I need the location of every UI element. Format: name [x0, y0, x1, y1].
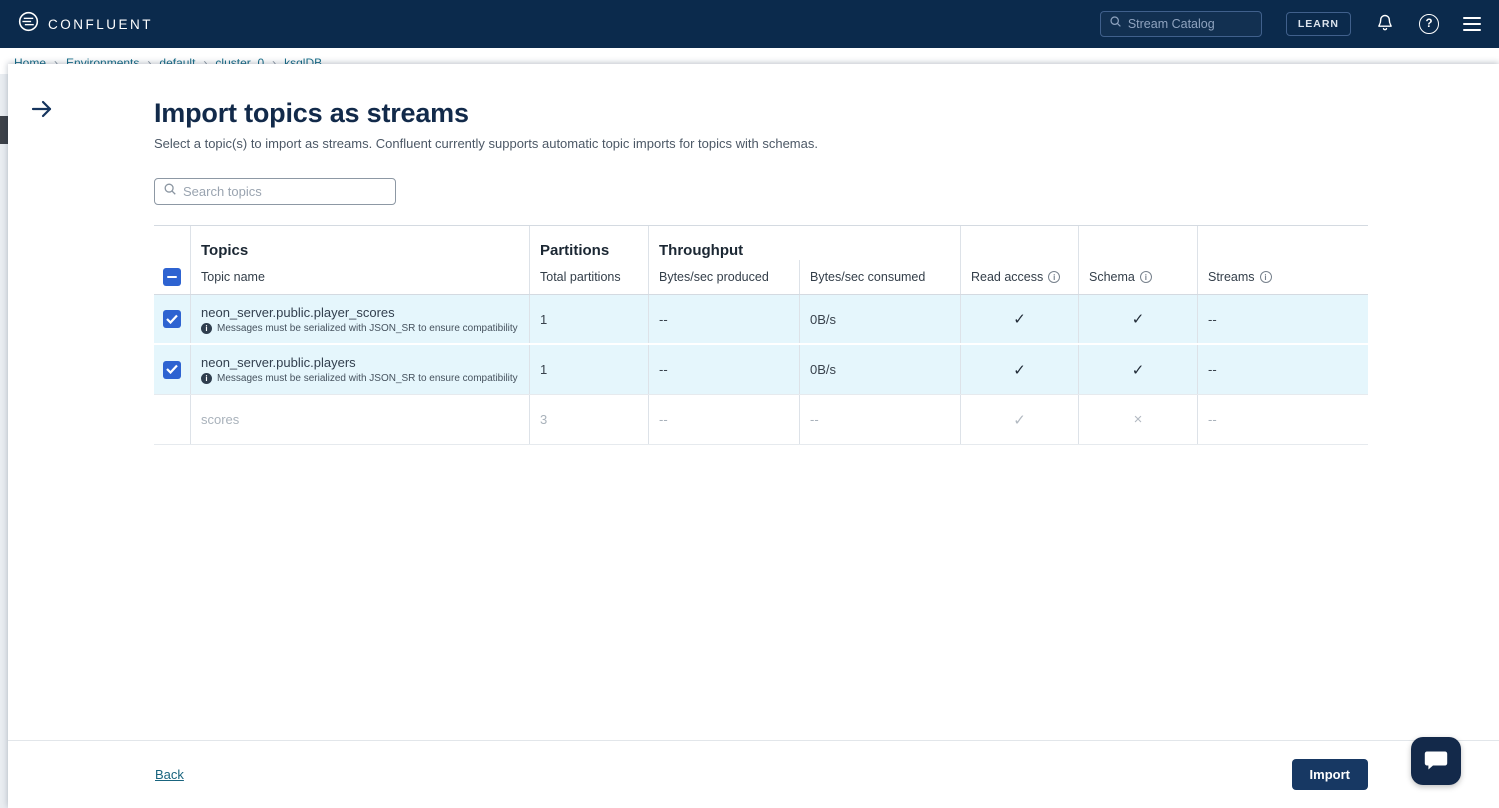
topics-table: Topics Partitions Throughput Topic name …: [154, 225, 1368, 445]
read-access-check: ✓: [960, 395, 1078, 444]
streams-value: --: [1197, 295, 1368, 343]
table-row: neon_server.public.player_scores i Messa…: [154, 295, 1368, 345]
confluent-logo[interactable]: CONFLUENT: [18, 11, 153, 37]
collapse-panel-button[interactable]: [30, 98, 54, 123]
info-filled-icon: i: [201, 373, 212, 384]
topic-name: neon_server.public.player_scores: [201, 305, 395, 320]
page-title: Import topics as streams: [154, 98, 1368, 129]
schema-check: ✓: [1078, 295, 1197, 343]
schema-cross: ×: [1078, 395, 1197, 444]
topic-note: i Messages must be serialized with JSON_…: [201, 373, 518, 384]
top-nav: CONFLUENT LEARN ?: [0, 0, 1499, 48]
bytes-consumed-value: --: [799, 395, 960, 444]
bytes-consumed-value: 0B/s: [799, 345, 960, 394]
info-icon[interactable]: i: [1048, 271, 1060, 283]
learn-button[interactable]: LEARN: [1286, 12, 1351, 36]
table-row: scores 3 -- -- ✓ × --: [154, 395, 1368, 445]
col-bytes-consumed: Bytes/sec consumed: [799, 260, 960, 294]
col-group-partitions: Partitions: [529, 226, 648, 260]
bytes-produced-value: --: [648, 345, 799, 394]
col-group-spacer: [1197, 226, 1368, 260]
table-row: neon_server.public.players i Messages mu…: [154, 345, 1368, 395]
col-group-throughput: Throughput: [648, 226, 960, 260]
hamburger-icon: [1463, 17, 1481, 31]
search-icon: [1109, 15, 1122, 33]
check-icon: [166, 362, 178, 377]
col-bytes-produced: Bytes/sec produced: [648, 260, 799, 294]
col-schema: Schema i: [1078, 260, 1197, 294]
row-checkbox[interactable]: [163, 361, 181, 379]
notifications-button[interactable]: [1375, 13, 1395, 36]
stream-catalog-search[interactable]: [1100, 11, 1262, 37]
select-all-checkbox[interactable]: [163, 268, 181, 286]
help-button[interactable]: ?: [1419, 14, 1439, 34]
partitions-value: 1: [529, 345, 648, 394]
arrow-right-icon: [30, 108, 54, 123]
topic-note: i Messages must be serialized with JSON_…: [201, 323, 518, 334]
info-filled-icon: i: [201, 323, 212, 334]
col-read-access: Read access i: [960, 260, 1078, 294]
brand-name: CONFLUENT: [48, 17, 153, 32]
bell-icon: [1375, 13, 1395, 36]
table-header: Topics Partitions Throughput Topic name …: [154, 225, 1368, 295]
confluent-logo-icon: [18, 11, 39, 37]
help-icon: ?: [1419, 14, 1439, 34]
partitions-value: 1: [529, 295, 648, 343]
info-icon[interactable]: i: [1260, 271, 1272, 283]
streams-value: --: [1197, 345, 1368, 394]
check-icon: [166, 312, 178, 327]
topic-name: scores: [201, 412, 239, 427]
topic-search-input[interactable]: [183, 184, 383, 199]
stream-catalog-input[interactable]: [1128, 17, 1248, 31]
panel-footer: Back Import: [8, 740, 1499, 808]
chat-bubble-icon: [1423, 748, 1449, 775]
bytes-produced-value: --: [648, 295, 799, 343]
import-topics-panel: Import topics as streams Select a topic(…: [8, 64, 1499, 808]
partitions-value: 3: [529, 395, 648, 444]
header-checkbox-spacer: [154, 226, 190, 260]
search-icon: [163, 182, 177, 201]
read-access-check: ✓: [960, 345, 1078, 394]
bytes-consumed-value: 0B/s: [799, 295, 960, 343]
topic-search-box[interactable]: [154, 178, 396, 205]
col-total-partitions: Total partitions: [529, 260, 648, 294]
indeterminate-icon: [167, 276, 177, 278]
col-streams: Streams i: [1197, 260, 1368, 294]
import-button[interactable]: Import: [1292, 759, 1368, 790]
page-subtitle: Select a topic(s) to import as streams. …: [154, 136, 1368, 151]
read-access-check: ✓: [960, 295, 1078, 343]
topic-name: neon_server.public.players: [201, 355, 356, 370]
col-group-topics: Topics: [190, 226, 529, 260]
col-group-spacer: [1078, 226, 1197, 260]
bytes-produced-value: --: [648, 395, 799, 444]
chat-widget-button[interactable]: [1411, 737, 1461, 785]
col-group-spacer: [960, 226, 1078, 260]
streams-value: --: [1197, 395, 1368, 444]
col-topic-name: Topic name: [190, 260, 529, 294]
info-icon[interactable]: i: [1140, 271, 1152, 283]
row-checkbox[interactable]: [163, 310, 181, 328]
back-link[interactable]: Back: [155, 767, 184, 782]
main-menu-button[interactable]: [1463, 17, 1481, 31]
schema-check: ✓: [1078, 345, 1197, 394]
checkbox-spacer: [154, 395, 190, 444]
